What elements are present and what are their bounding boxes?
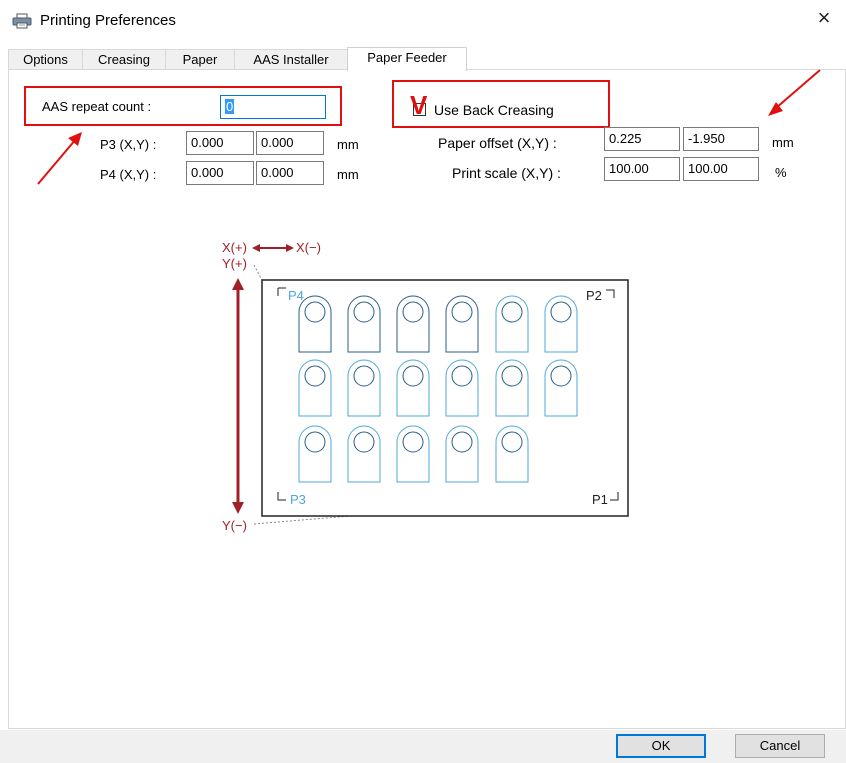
tag-hole (501, 431, 523, 453)
tab-paper-feeder[interactable]: Paper Feeder (347, 47, 467, 71)
tag-hole (304, 301, 326, 323)
p3-unit: mm (337, 137, 359, 152)
paper-sheet (261, 279, 629, 517)
title-bar: Printing Preferences × (0, 0, 846, 42)
p1-diagram-label: P1 (592, 492, 608, 507)
annotation-box-back-creasing (392, 80, 610, 128)
tag-hole (304, 431, 326, 453)
tag-hole (353, 301, 375, 323)
p3-label: P3 (X,Y) : (100, 137, 157, 152)
tag-hole (353, 365, 375, 387)
tag-shape (495, 359, 529, 417)
tag-hole (353, 431, 375, 453)
tag-hole (402, 365, 424, 387)
print-scale-unit: % (775, 165, 787, 180)
print-scale-label: Print scale (X,Y) : (452, 165, 561, 181)
p4-label: P4 (X,Y) : (100, 167, 157, 182)
paper-offset-unit: mm (772, 135, 794, 150)
paper-offset-y-input[interactable]: -1.950 (683, 127, 759, 151)
tag-shape (347, 295, 381, 353)
tag-shape (445, 359, 479, 417)
tab-aas-installer[interactable]: AAS Installer (234, 49, 348, 69)
p4-x-input[interactable]: 0.000 (186, 161, 254, 185)
close-button[interactable]: × (814, 7, 834, 29)
y-minus-label: Y(−) (222, 518, 247, 533)
p1-corner-mark (610, 492, 619, 501)
x-minus-label: X(−) (296, 240, 321, 255)
print-scale-x-input[interactable]: 100.00 (604, 157, 680, 181)
p3-x-input[interactable]: 0.000 (186, 131, 254, 155)
ok-button[interactable]: OK (616, 734, 706, 758)
tag-hole (451, 431, 473, 453)
tag-hole (501, 301, 523, 323)
p3-corner-mark (277, 492, 286, 501)
x-arrow-left-head (252, 244, 260, 252)
paper-offset-x-input[interactable]: 0.225 (604, 127, 680, 151)
tab-options[interactable]: Options (8, 49, 83, 69)
dashed-guide-bottom (253, 515, 351, 525)
tag-shape (347, 359, 381, 417)
tag-shape (396, 425, 430, 483)
y-arrow-bottom-head (232, 502, 244, 514)
dialog-footer (0, 730, 846, 763)
tag-shape (396, 295, 430, 353)
tag-shape (495, 295, 529, 353)
p2-corner-mark (606, 289, 615, 298)
tag-hole (402, 301, 424, 323)
tag-hole (304, 365, 326, 387)
tag-shape (445, 425, 479, 483)
p4-unit: mm (337, 167, 359, 182)
tab-creasing[interactable]: Creasing (82, 49, 166, 69)
p3-y-input[interactable]: 0.000 (256, 131, 324, 155)
tag-hole (550, 301, 572, 323)
print-scale-y-input[interactable]: 100.00 (683, 157, 759, 181)
p2-diagram-label: P2 (586, 288, 602, 303)
tab-paper[interactable]: Paper (165, 49, 235, 69)
window-title: Printing Preferences (40, 12, 176, 29)
cancel-button[interactable]: Cancel (735, 734, 825, 758)
x-arrow-right-head (286, 244, 294, 252)
tag-grid (298, 295, 578, 483)
tag-hole (550, 365, 572, 387)
tag-hole (501, 365, 523, 387)
p3-diagram-label: P3 (290, 492, 306, 507)
tag-hole (451, 301, 473, 323)
tag-shape (396, 359, 430, 417)
dashed-guide-top (253, 264, 263, 281)
annotation-box-aas (24, 86, 342, 126)
printer-icon (12, 13, 32, 29)
tag-hole (402, 431, 424, 453)
tag-shape (298, 295, 332, 353)
p4-y-input[interactable]: 0.000 (256, 161, 324, 185)
p4-corner-mark (277, 287, 286, 296)
tag-shape (544, 295, 578, 353)
tag-shape (445, 295, 479, 353)
tag-hole (451, 365, 473, 387)
tag-shape (495, 425, 529, 483)
x-plus-label: X(+) (222, 240, 247, 255)
y-plus-label: Y(+) (222, 256, 247, 271)
tag-shape (347, 425, 381, 483)
paper-offset-label: Paper offset (X,Y) : (438, 135, 557, 151)
p4-diagram-label: P4 (288, 288, 304, 303)
tag-shape (544, 359, 578, 417)
paper-feeder-diagram: X(+) X(−) Y(+) Y(−) P4 P2 P3 P1 (222, 240, 629, 533)
tag-shape (298, 425, 332, 483)
tag-shape (298, 359, 332, 417)
y-arrow-top-head (232, 278, 244, 290)
